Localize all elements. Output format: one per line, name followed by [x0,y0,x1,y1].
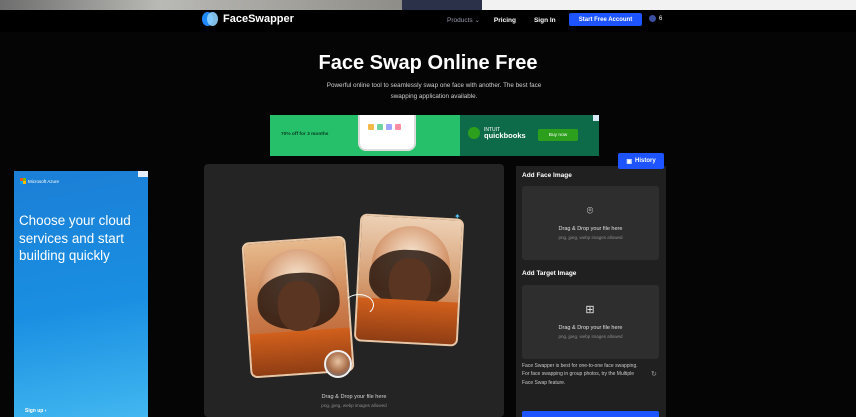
ad-brand-text: Microsoft Azure [28,178,60,184]
face-swap-preview-dropzone[interactable]: ✦ Drag & Drop your file here png, jpeg, … [204,164,504,417]
result-photo-card [353,213,465,347]
multi-face-note: Face Swapper is best for one-to-one face… [522,363,638,386]
quickbooks-logo: INTUIT quickbooks [468,127,526,139]
add-target-image-label: Add Target Image [522,270,577,277]
language-count: 6 [659,15,663,22]
nav-products[interactable]: Products ⌄ [447,16,480,24]
swap-arrow-icon [344,294,374,316]
chevron-down-icon: ⌄ [474,17,480,24]
page-title: Face Swap Online Free [318,52,538,74]
strip-segment [402,0,482,10]
add-face-image-label: Add Face Image [522,172,572,179]
ad-headline: Choose your cloud services and start bui… [19,213,131,263]
history-label: History [635,158,656,164]
globe-icon [649,15,656,22]
strip-segment [482,0,856,10]
sparkle-icon: ✦ [454,212,461,221]
microsoft-logo-icon [20,178,26,184]
upload-panel: Add Face Image ⌾ Drag & Drop your file h… [516,166,666,417]
strip-segment [0,0,402,10]
browser-top-strip [0,0,856,10]
refresh-icon[interactable]: ↻ [651,370,657,378]
swap-button[interactable] [522,411,659,417]
dropzone-subtitle: png, jpeg, webp images allowed [558,235,623,240]
ad-brand-azure: Microsoft Azure [20,178,59,184]
page-subtitle: Powerful online tool to seamlessly swap … [326,82,542,100]
top-nav: FaceSwapper Products ⌄ Pricing Sign In S… [0,10,856,32]
nav-pricing[interactable]: Pricing [494,17,516,24]
history-icon: ▣ [626,158,632,165]
target-image-dropzone[interactable]: ⊞ Drag & Drop your file here png, jpeg, … [522,285,659,359]
face-image-dropzone[interactable]: ⌾ Drag & Drop your file here png, jpeg, … [522,186,659,260]
page: FaceSwapper Products ⌄ Pricing Sign In S… [0,0,856,417]
drop-subtitle: png, jpeg, webp images allowed [321,403,387,408]
ad-phone-image [358,115,416,151]
banner-ad-quickbooks[interactable]: 70% off for 3 months INTUIT quickbooks Bu… [270,115,599,156]
drop-title: Drag & Drop your file here [321,394,387,400]
language-switcher[interactable]: 6 [649,15,662,22]
image-add-icon: ⊞ [585,304,595,316]
ad-buy-now-button[interactable]: Buy now [538,129,578,141]
logo-icon [202,11,218,27]
ad-offer-text: 70% off for 3 months [281,132,329,137]
face-scan-icon: ⌾ [586,205,594,217]
ad-app-icons [368,124,401,130]
nav-links: Products ⌄ Pricing Sign In [447,16,556,25]
ad-choices-icon[interactable] [593,115,599,121]
history-button[interactable]: ▣ History [618,153,664,169]
logo-text: FaceSwapper [223,13,294,25]
dropzone-title: Drag & Drop your file here [558,226,623,232]
ad-brand: quickbooks [484,131,526,140]
dropzone-title: Drag & Drop your file here [558,325,623,331]
nav-signin[interactable]: Sign In [534,17,556,24]
start-free-account-button[interactable]: Start Free Account [569,13,642,26]
dropzone-subtitle: png, jpeg, webp images allowed [558,334,623,339]
side-ad-azure[interactable]: Microsoft Azure Choose your cloud servic… [14,171,148,417]
ad-choices-icon[interactable] [138,171,148,177]
ad-signup-link[interactable]: Sign up › [25,408,46,414]
quickbooks-logo-icon [468,127,480,139]
source-face-avatar [324,350,352,378]
logo[interactable]: FaceSwapper [202,11,294,27]
